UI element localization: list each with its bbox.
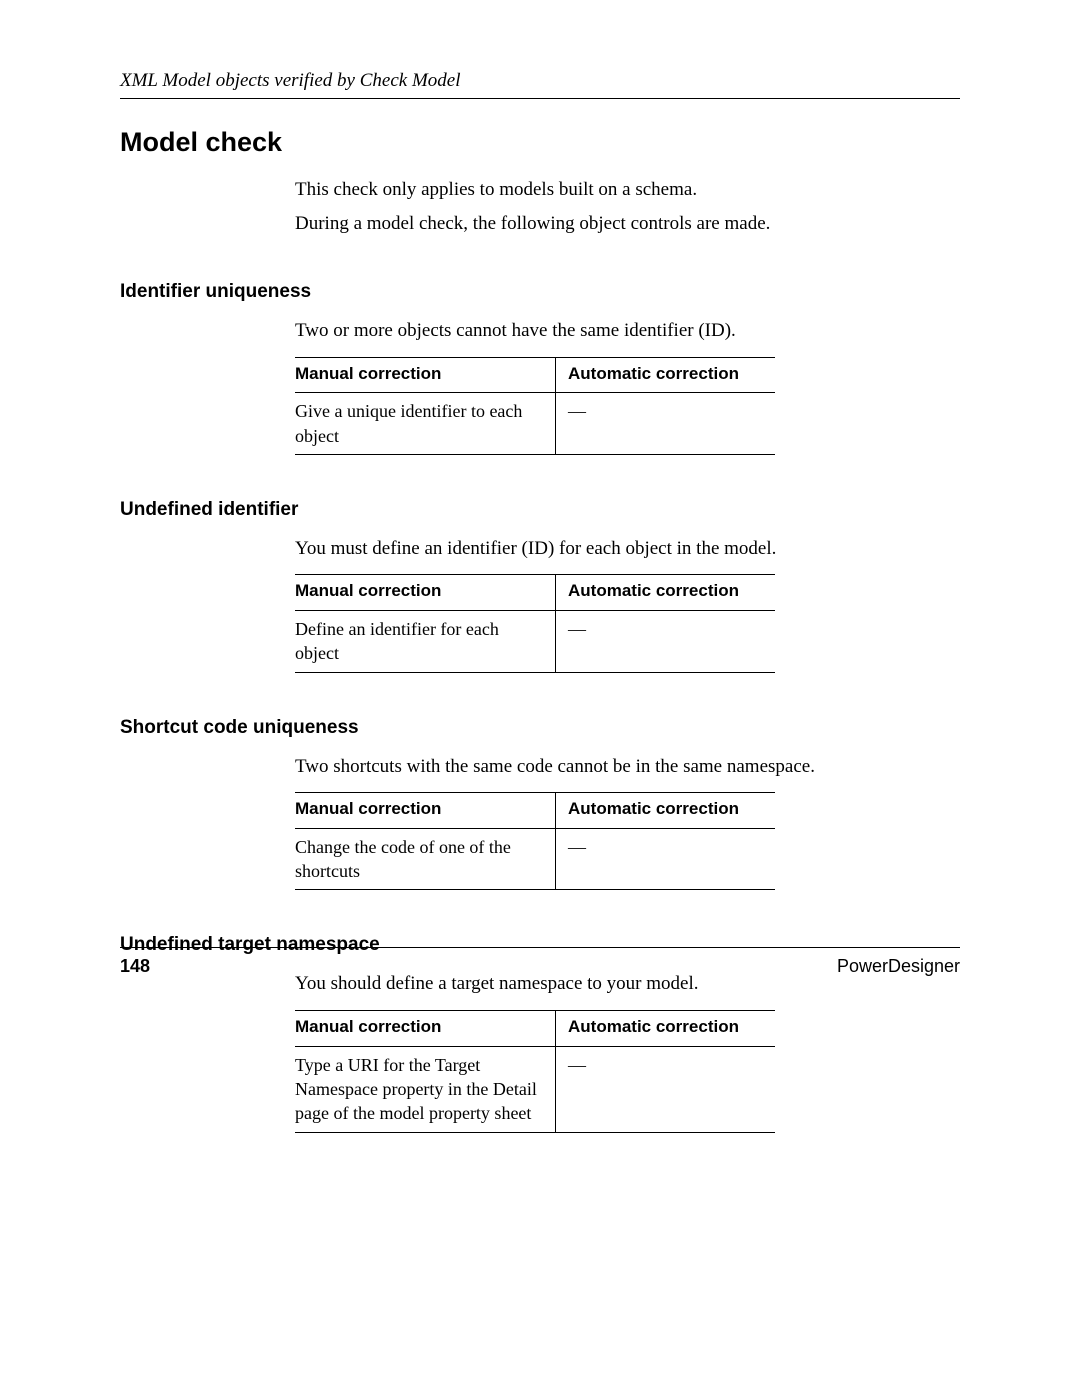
table-header-auto: Automatic correction <box>556 575 776 611</box>
cell-manual: Type a URI for the Target Namespace prop… <box>295 1046 556 1132</box>
cell-auto: — <box>556 828 776 890</box>
page: XML Model objects verified by Check Mode… <box>0 0 1080 1397</box>
table-row: Type a URI for the Target Namespace prop… <box>295 1046 775 1132</box>
correction-table: Manual correction Automatic correction D… <box>295 574 775 672</box>
correction-table: Manual correction Automatic correction T… <box>295 1010 775 1133</box>
subsection-description: Two shortcuts with the same code cannot … <box>295 753 960 781</box>
cell-manual: Give a unique identifier to each object <box>295 393 556 455</box>
footer-rule <box>120 947 960 948</box>
subsection-undefined-identifier: Undefined identifier You must define an … <box>120 499 960 673</box>
table-row: Define an identifier for each object — <box>295 611 775 673</box>
table-header-manual: Manual correction <box>295 1010 556 1046</box>
subsection-title: Identifier uniqueness <box>120 281 960 303</box>
cell-auto: — <box>556 611 776 673</box>
subsection-title: Shortcut code uniqueness <box>120 717 960 739</box>
table-header-manual: Manual correction <box>295 357 556 393</box>
subsection-description: Two or more objects cannot have the same… <box>295 317 960 345</box>
table-header-auto: Automatic correction <box>556 357 776 393</box>
table-header-auto: Automatic correction <box>556 1010 776 1046</box>
subsection-title: Undefined identifier <box>120 499 960 521</box>
correction-table: Manual correction Automatic correction G… <box>295 357 775 455</box>
table-row: Give a unique identifier to each object … <box>295 393 775 455</box>
intro-paragraph-1: This check only applies to models built … <box>295 176 960 204</box>
cell-manual: Change the code of one of the shortcuts <box>295 828 556 890</box>
page-footer: 148 PowerDesigner <box>120 947 960 977</box>
cell-auto: — <box>556 393 776 455</box>
page-title: Model check <box>120 127 960 158</box>
footer-brand: PowerDesigner <box>837 956 960 977</box>
table-row: Change the code of one of the shortcuts … <box>295 828 775 890</box>
running-header: XML Model objects verified by Check Mode… <box>120 70 960 92</box>
intro-paragraph-2: During a model check, the following obje… <box>295 210 960 238</box>
header-rule <box>120 98 960 99</box>
intro-block: This check only applies to models built … <box>295 176 960 237</box>
subsection-description: You must define an identifier (ID) for e… <box>295 535 960 563</box>
subsection-shortcut-code-uniqueness: Shortcut code uniqueness Two shortcuts w… <box>120 717 960 891</box>
subsection-identifier-uniqueness: Identifier uniqueness Two or more object… <box>120 281 960 455</box>
table-header-manual: Manual correction <box>295 575 556 611</box>
cell-auto: — <box>556 1046 776 1132</box>
table-header-manual: Manual correction <box>295 793 556 829</box>
table-header-auto: Automatic correction <box>556 793 776 829</box>
cell-manual: Define an identifier for each object <box>295 611 556 673</box>
correction-table: Manual correction Automatic correction C… <box>295 792 775 890</box>
page-number: 148 <box>120 956 150 977</box>
